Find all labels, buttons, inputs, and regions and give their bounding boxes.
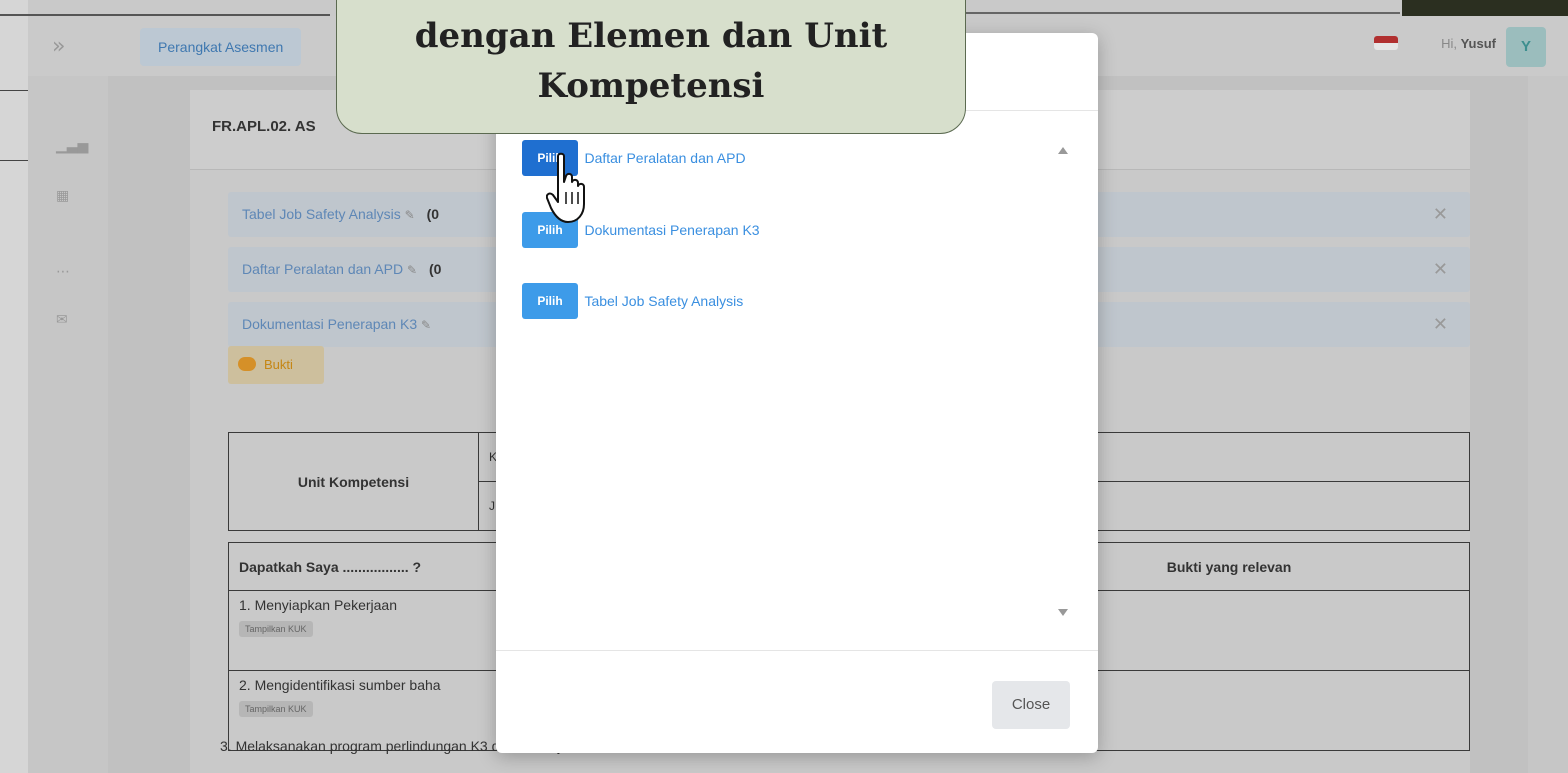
evidence-label[interactable]: Tabel Job Safety Analysis — [242, 206, 401, 222]
cloud-upload-icon — [238, 357, 256, 371]
remove-icon[interactable]: ✕ — [1433, 247, 1448, 292]
user-greeting: Hi, Yusuf — [1441, 36, 1496, 51]
edit-icon[interactable]: ✎ — [405, 208, 415, 222]
hand-cursor-icon — [546, 152, 585, 223]
callout-line-1: dengan Elemen dan Unit — [414, 16, 888, 56]
option-label[interactable]: Dokumentasi Penerapan K3 — [584, 222, 759, 238]
callout-line-2: Kompetensi — [537, 66, 765, 106]
slide-left-strip — [0, 0, 28, 773]
show-kuk-button[interactable]: Tampilkan KUK — [239, 621, 313, 637]
pilih-button[interactable]: Pilih — [522, 283, 578, 319]
slide-line — [0, 160, 28, 161]
select-evidence-modal: Pilih Daftar Peralatan dan APD Pilih Dok… — [496, 33, 1098, 753]
close-button[interactable]: Close — [992, 681, 1070, 729]
unit-kompetensi-header: Unit Kompetensi — [228, 432, 479, 531]
inbox-icon[interactable]: ✉ — [56, 312, 68, 328]
evidence-count: (0 — [426, 206, 440, 222]
edit-icon[interactable]: ✎ — [421, 318, 431, 332]
slide-corner-decoration — [1402, 0, 1568, 16]
expand-sidebar-icon[interactable]: » — [52, 34, 65, 59]
evidence-label[interactable]: Dokumentasi Penerapan K3 — [242, 316, 417, 332]
user-name: Yusuf — [1460, 36, 1496, 51]
evidence-count: (0 — [428, 261, 442, 277]
scroll-down-icon[interactable] — [1058, 609, 1068, 616]
option-item: Pilih Tabel Job Safety Analysis — [522, 283, 743, 319]
option-label[interactable]: Daftar Peralatan dan APD — [584, 150, 745, 166]
upload-bukti-button[interactable]: Bukti — [228, 346, 324, 384]
more-icon[interactable]: ⋯ — [56, 264, 70, 280]
slide-line — [0, 90, 28, 91]
avatar[interactable]: Y — [1506, 27, 1546, 67]
scroll-up-icon[interactable] — [1058, 147, 1068, 154]
slide-frame-line — [960, 12, 1400, 14]
grid-icon[interactable]: ▦ — [56, 188, 69, 204]
option-label[interactable]: Tabel Job Safety Analysis — [584, 293, 743, 309]
edit-icon[interactable]: ✎ — [407, 263, 417, 277]
chart-icon[interactable]: ▁▃▅ — [56, 138, 88, 154]
remove-icon[interactable]: ✕ — [1433, 302, 1448, 347]
language-flag-icon[interactable] — [1374, 36, 1398, 50]
show-kuk-button[interactable]: Tampilkan KUK — [239, 701, 313, 717]
evidence-label[interactable]: Daftar Peralatan dan APD — [242, 261, 403, 277]
slide-callout: dengan Elemen dan Unit Kompetensi — [336, 0, 966, 134]
breadcrumb[interactable]: Perangkat Asesmen — [140, 28, 302, 66]
remove-icon[interactable]: ✕ — [1433, 192, 1448, 237]
modal-footer: Close — [496, 650, 1098, 753]
